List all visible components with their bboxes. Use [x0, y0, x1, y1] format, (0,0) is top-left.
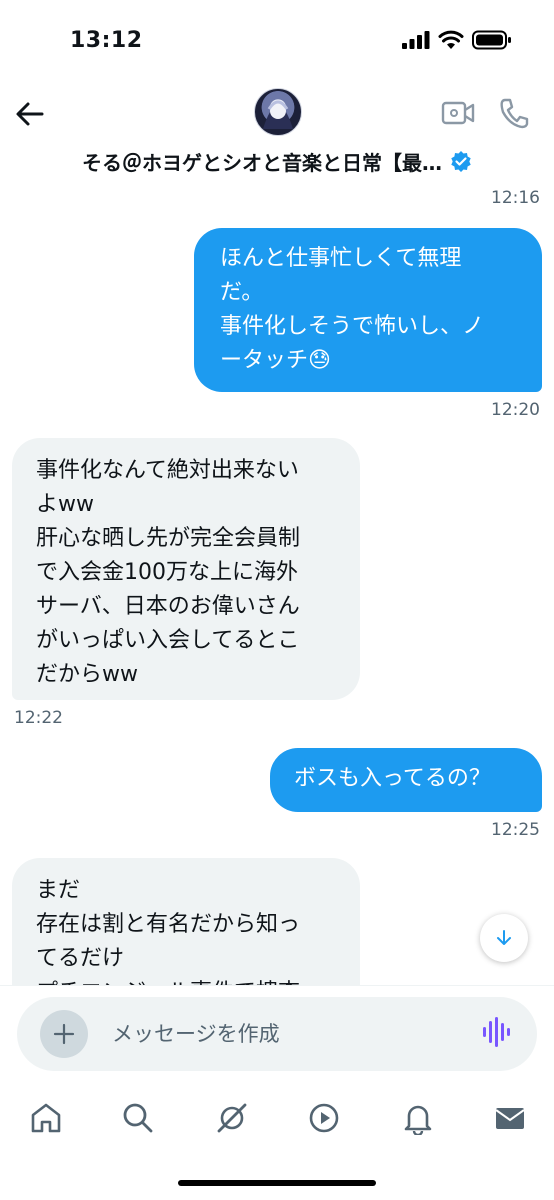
phone-icon	[500, 98, 529, 129]
message-text: 事件化なんて絶対出来ない よww 肝心な晒し先が完全会員制 で入会金100万な上…	[36, 458, 301, 687]
bottom-tab-bar	[0, 1088, 554, 1158]
grok-icon	[217, 1103, 247, 1133]
avatar-image	[263, 100, 293, 129]
message-text: ほんと仕事忙しくて無理 だ。 事件化しそうで怖いし、ノ ータッチ😓	[220, 246, 485, 373]
plus-icon	[53, 1023, 75, 1045]
wifi-icon	[438, 30, 464, 49]
status-icons	[402, 30, 512, 50]
signal-icon	[402, 31, 430, 49]
video-call-icon	[441, 101, 475, 125]
voice-message-button[interactable]	[482, 1016, 512, 1048]
status-time: 13:12	[70, 28, 143, 53]
conversation-title-row[interactable]: そる＠ホヨゲとシオと音楽と日常【最…	[0, 146, 554, 176]
mail-icon	[495, 1108, 525, 1129]
scroll-to-bottom-button[interactable]	[480, 914, 528, 962]
message-time: 12:16	[491, 188, 540, 208]
conversation-title: そる＠ホヨゲとシオと音楽と日常【最…	[82, 150, 442, 175]
message-time: 12:25	[491, 820, 540, 840]
message-bubble-incoming[interactable]: 事件化なんて絶対出来ない よww 肝心な晒し先が完全会員制 で入会金100万な上…	[12, 438, 360, 700]
battery-icon	[472, 30, 511, 50]
message-bubble-outgoing[interactable]: ほんと仕事忙しくて無理 だ。 事件化しそうで怖いし、ノ ータッチ😓	[194, 228, 542, 392]
message-text: ボスも入ってるの？	[294, 766, 491, 791]
tab-home[interactable]	[28, 1100, 64, 1136]
video-play-icon	[309, 1103, 339, 1133]
bell-icon	[404, 1105, 432, 1135]
avatar[interactable]	[254, 88, 302, 136]
message-text: まだ 存在は割と有名だから知っ てるだけ プチエンジェル事件で捜査	[36, 878, 301, 985]
back-button[interactable]	[12, 96, 48, 132]
message-time: 12:20	[491, 400, 540, 420]
message-bubble-incoming[interactable]: まだ 存在は割と有名だから知っ てるだけ プチエンジェル事件で捜査	[12, 858, 360, 985]
arrow-left-icon	[16, 102, 44, 126]
message-time: 12:22	[14, 708, 63, 728]
tab-video[interactable]	[306, 1100, 342, 1136]
voice-wave-icon	[483, 1017, 510, 1047]
voice-call-button[interactable]	[498, 96, 530, 130]
tab-search[interactable]	[120, 1100, 156, 1136]
message-bubble-outgoing[interactable]: ボスも入ってるの？	[270, 748, 542, 812]
message-clip: まだ 存在は割と有名だから知っ てるだけ プチエンジェル事件で捜査	[12, 858, 360, 985]
message-input-placeholder: メッセージを作成	[112, 1022, 280, 1046]
add-attachment-button[interactable]	[40, 1010, 88, 1058]
home-icon	[31, 1103, 61, 1133]
home-indicator	[178, 1180, 376, 1186]
tab-grok[interactable]	[214, 1100, 250, 1136]
tab-notifications[interactable]	[400, 1100, 436, 1136]
video-call-button[interactable]	[440, 98, 476, 128]
tab-messages[interactable]	[492, 1100, 528, 1136]
search-icon	[123, 1103, 153, 1133]
arrow-down-icon	[497, 930, 511, 945]
verified-badge-icon	[451, 151, 471, 172]
